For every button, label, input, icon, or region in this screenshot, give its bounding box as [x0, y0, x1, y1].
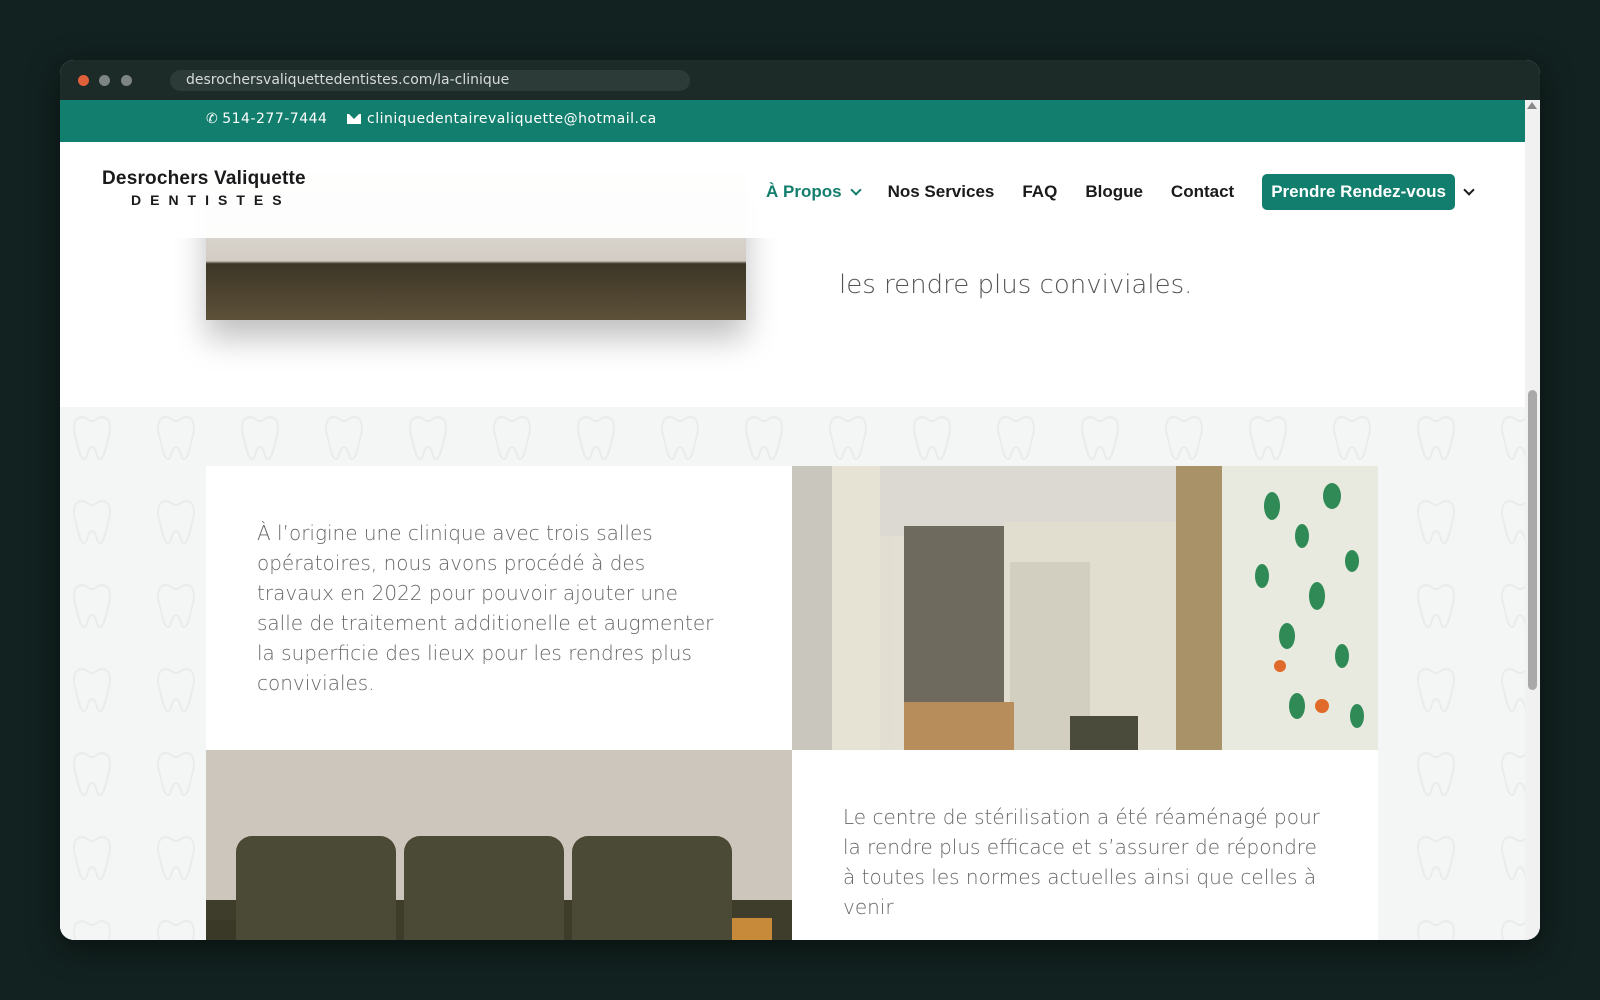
- renovation-text-card: À l’origine une clinique avec trois sall…: [206, 466, 792, 750]
- nav-apropos-label: À Propos: [766, 182, 842, 201]
- sterilization-text-card: Le centre de stérilisation a été réaména…: [792, 750, 1378, 940]
- address-bar[interactable]: desrochersvaliquettedentistes.com/la-cli…: [170, 70, 690, 91]
- nav-blogue[interactable]: Blogue: [1085, 182, 1143, 202]
- browser-chrome: desrochersvaliquettedentistes.com/la-cli…: [60, 60, 1540, 100]
- mail-icon: [347, 114, 361, 124]
- site-header: Desrochers Valiquette DENTISTES À Propos…: [60, 142, 1525, 238]
- phone-link[interactable]: ✆ 514-277-7444: [206, 111, 327, 127]
- sterilization-text: Le centre de stérilisation a été réaména…: [843, 805, 1320, 919]
- chevron-down-icon: [849, 184, 862, 196]
- scroll-up-arrow-icon[interactable]: [1527, 102, 1537, 109]
- chevron-down-icon[interactable]: [1463, 184, 1475, 196]
- scroll-thumb[interactable]: [1528, 390, 1537, 690]
- site-logo[interactable]: Desrochers Valiquette DENTISTES: [102, 168, 306, 208]
- logo-name: Desrochers Valiquette: [102, 168, 306, 189]
- browser-window: desrochersvaliquettedentistes.com/la-cli…: [60, 60, 1540, 940]
- page-viewport: les rendre plus conviviales. ✆ 514-277-7…: [60, 100, 1525, 940]
- book-appointment-button[interactable]: Prendre Rendez-vous: [1262, 174, 1455, 210]
- email-address: cliniquedentairevaliquette@hotmail.ca: [367, 111, 657, 127]
- main-nav: À Propos Nos Services FAQ Blogue Contact…: [766, 174, 1475, 210]
- hallway-photo: [792, 466, 1378, 750]
- waiting-room-sofa-photo: [206, 750, 792, 940]
- hero-text: les rendre plus conviviales.: [839, 270, 1193, 300]
- phone-number: 514-277-7444: [222, 111, 328, 127]
- logo-subtitle: DENTISTES: [131, 192, 291, 208]
- nav-contact[interactable]: Contact: [1171, 182, 1234, 202]
- email-link[interactable]: cliniquedentairevaliquette@hotmail.ca: [347, 111, 657, 127]
- maximize-window-icon[interactable]: [121, 75, 132, 86]
- renovation-text: À l’origine une clinique avec trois sall…: [257, 521, 714, 695]
- page-scrollbar[interactable]: [1525, 100, 1540, 940]
- phone-icon: ✆: [206, 111, 219, 127]
- close-window-icon[interactable]: [78, 75, 89, 86]
- nav-apropos[interactable]: À Propos: [766, 182, 862, 202]
- nav-faq[interactable]: FAQ: [1022, 182, 1057, 202]
- contact-topbar: ✆ 514-277-7444 cliniquedentairevaliquett…: [60, 100, 1525, 142]
- nav-services[interactable]: Nos Services: [888, 182, 995, 202]
- minimize-window-icon[interactable]: [99, 75, 110, 86]
